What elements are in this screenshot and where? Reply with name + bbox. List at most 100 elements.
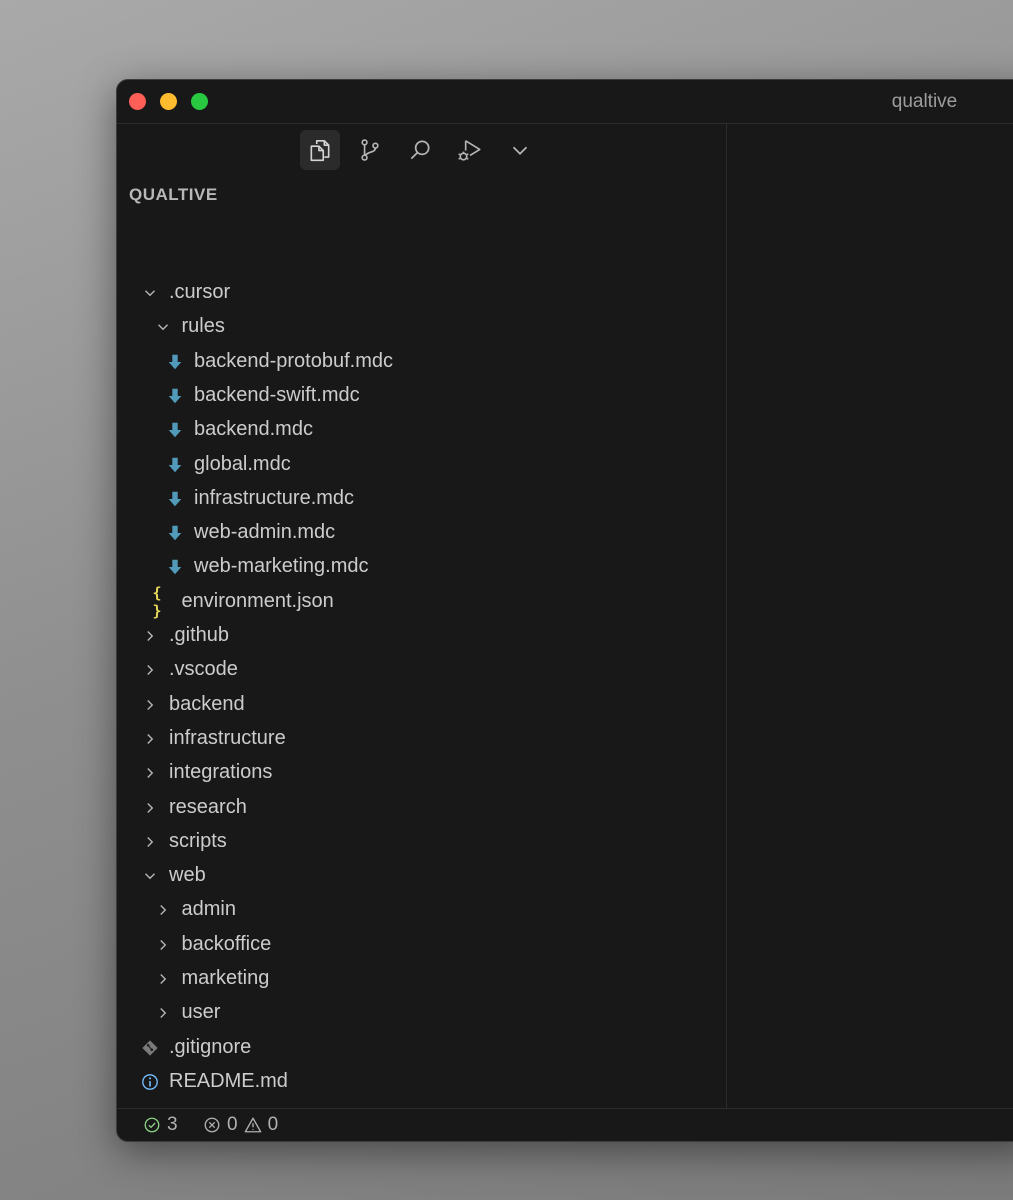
twistie xyxy=(153,969,173,989)
file-type-icon xyxy=(165,455,185,475)
explorer-button[interactable] xyxy=(300,130,340,170)
tree-item-label: rules xyxy=(181,315,225,338)
problems-status[interactable]: 0 0 xyxy=(203,1114,284,1136)
tree-file-row[interactable]: backend-protobuf.mdc xyxy=(117,345,726,379)
tree-file-row[interactable]: web-admin.mdc xyxy=(117,516,726,550)
editor-area[interactable] xyxy=(727,124,1013,1109)
tree-item-label: marketing xyxy=(181,967,270,989)
tree-folder-row[interactable]: rules xyxy=(117,310,726,344)
tree-file-row[interactable]: backend-swift.mdc xyxy=(117,379,726,413)
error-circle-icon xyxy=(204,1117,220,1133)
tree-folder-row[interactable]: .cursor xyxy=(117,276,726,310)
chevron-right-icon xyxy=(147,733,154,744)
chevron-down-icon xyxy=(157,324,168,331)
twistie xyxy=(140,626,160,646)
file-type-icon xyxy=(165,523,185,543)
twistie xyxy=(153,317,173,337)
tree-item-label: .github xyxy=(169,624,230,646)
chevron-right-icon xyxy=(147,665,154,676)
tree-item-label: backend.mdc xyxy=(194,418,313,441)
more-views-button[interactable] xyxy=(500,130,540,170)
twistie xyxy=(140,832,160,852)
zoom-window-button[interactable] xyxy=(191,93,208,110)
twistie xyxy=(140,283,160,303)
tree-file-row[interactable]: infrastructure.mdc xyxy=(117,482,726,516)
source-control-button[interactable] xyxy=(350,130,390,170)
download-arrow-icon xyxy=(168,388,182,404)
tree-file-row[interactable]: README.md xyxy=(117,1065,726,1099)
tree-item-label: web xyxy=(169,864,206,887)
download-arrow-icon xyxy=(168,422,182,438)
twistie xyxy=(153,1003,173,1023)
file-type-icon xyxy=(140,1038,160,1058)
file-type-icon xyxy=(165,386,185,406)
errors-count: 0 xyxy=(227,1114,238,1135)
download-arrow-icon xyxy=(168,354,182,369)
chevron-right-icon xyxy=(159,905,166,916)
twistie xyxy=(140,866,160,886)
tree-folder-row[interactable]: user xyxy=(117,996,726,1030)
warning-triangle-icon xyxy=(244,1117,261,1133)
minimize-window-button[interactable] xyxy=(160,93,177,110)
tree-folder-row[interactable]: research xyxy=(117,791,726,825)
checks-status[interactable]: 3 xyxy=(143,1114,184,1136)
tree-folder-row[interactable]: scripts xyxy=(117,825,726,859)
run-debug-button[interactable] xyxy=(450,130,490,170)
tree-file-row[interactable]: .gitignore xyxy=(117,1031,726,1065)
json-braces-icon: { } xyxy=(152,583,162,620)
title-bar: qualtive xyxy=(117,80,1013,124)
twistie xyxy=(140,798,160,818)
check-circle-icon xyxy=(144,1117,160,1133)
tree-folder-row[interactable]: web xyxy=(117,859,726,893)
chevron-down-icon xyxy=(145,873,155,880)
tree-item-label: research xyxy=(169,795,247,818)
tree-item-label: user xyxy=(181,1001,221,1024)
tree-item-label: web-marketing.mdc xyxy=(194,555,369,578)
explorer-icon xyxy=(310,139,330,162)
git-diamond-icon xyxy=(142,1039,158,1056)
chevron-right-icon xyxy=(147,699,154,710)
tree-file-row[interactable]: backend.mdc xyxy=(117,413,726,447)
tree-item-label: .vscode xyxy=(169,658,238,681)
twistie xyxy=(153,900,173,920)
window-title: qualtive xyxy=(891,91,958,112)
tree-item-label: .cursor xyxy=(169,281,231,303)
tree-folder-row[interactable]: integrations xyxy=(117,756,726,790)
twistie xyxy=(153,935,173,955)
file-type-icon xyxy=(165,352,185,372)
tree-folder-row[interactable]: .github xyxy=(117,619,726,653)
tree-folder-row[interactable]: infrastructure xyxy=(117,722,726,756)
explorer-section-title: QUALTIVE xyxy=(129,185,218,204)
search-button[interactable] xyxy=(400,130,440,170)
source-control-icon xyxy=(361,139,379,161)
tree-item-label: infrastructure.mdc xyxy=(194,486,355,509)
download-arrow-icon xyxy=(168,457,182,472)
tree-file-row[interactable]: { } environment.json xyxy=(117,584,726,620)
tree-folder-row[interactable]: marketing xyxy=(117,962,726,996)
tree-item-label: environment.json xyxy=(181,589,334,612)
tree-item-label: scripts xyxy=(169,829,227,852)
tree-file-row[interactable]: global.mdc xyxy=(117,448,726,482)
tree-item-label: global.mdc xyxy=(194,452,291,475)
close-window-button[interactable] xyxy=(129,93,146,110)
run-debug-icon xyxy=(458,140,481,161)
tree-item-label: web-admin.mdc xyxy=(194,521,336,544)
file-type-icon: { } xyxy=(153,584,173,620)
twistie xyxy=(140,729,160,749)
chevron-down-icon xyxy=(512,146,528,156)
tree-folder-row[interactable]: backoffice xyxy=(117,928,726,962)
chevron-right-icon xyxy=(159,1008,166,1019)
editor-window: qualtive QUALTIVE .cursor rules backend-… xyxy=(116,79,1013,1142)
tree-file-row[interactable]: web-marketing.mdc xyxy=(117,550,726,584)
search-icon xyxy=(410,140,430,160)
warnings-count: 0 xyxy=(267,1114,279,1135)
tree-folder-row[interactable]: admin xyxy=(117,893,726,927)
tree-item-label: backend-protobuf.mdc xyxy=(194,349,394,372)
tree-item-label: infrastructure xyxy=(169,726,286,749)
tree-folder-row[interactable]: .vscode xyxy=(117,653,726,687)
twistie xyxy=(140,660,160,680)
tree-folder-row[interactable]: backend xyxy=(117,688,726,722)
twistie xyxy=(140,763,160,783)
tree-item-label: .gitignore xyxy=(169,1035,252,1058)
info-icon xyxy=(142,1074,158,1090)
